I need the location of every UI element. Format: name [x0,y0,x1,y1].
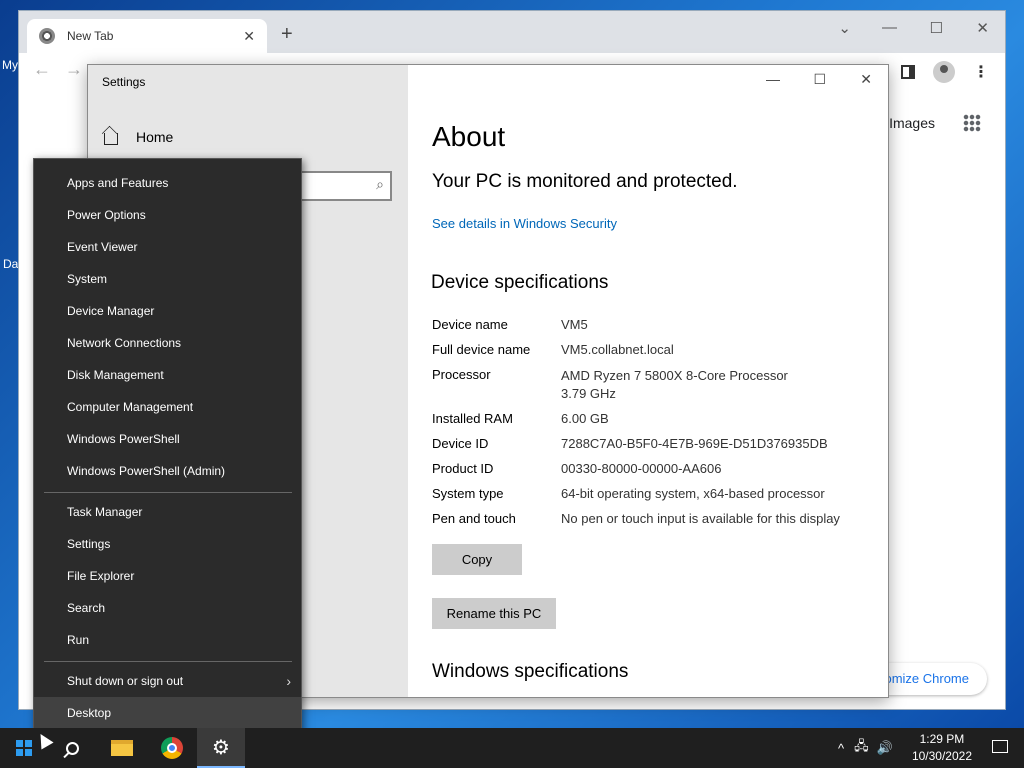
chrome-button[interactable] [148,728,196,768]
menu-item-device-manager[interactable]: Device Manager [34,295,301,327]
profile-icon[interactable] [933,61,955,83]
close-tab-icon[interactable]: ✕ [243,28,255,45]
spec-label: Device name [432,317,508,332]
spec-label: Processor [432,367,491,382]
menu-item-label: Shut down or sign out [67,674,184,688]
protection-status: Your PC is monitored and protected. [432,171,738,192]
taskbar: ⚙ ^ 🖧 🔊 1:29 PM 10/30/2022 [0,728,1024,768]
menu-item-power-options[interactable]: Power Options [34,199,301,231]
spec-value: 00330-80000-00000-AA606 [561,461,722,476]
menu-item-run[interactable]: Run [34,624,301,656]
menu-item-system[interactable]: System [34,263,301,295]
home-nav[interactable]: Home [104,129,173,145]
volume-icon[interactable]: 🔊 [877,740,893,756]
home-label: Home [136,129,174,145]
chrome-tab-icon [39,28,55,44]
device-specs-heading: Device specifications [431,272,609,293]
search-icon [65,741,79,755]
spec-value: 3.79 GHz [561,386,616,401]
settings-search-input[interactable]: ⌕ [288,171,392,201]
menu-item-desktop[interactable]: Desktop [34,697,301,729]
search-icon: ⌕ [376,176,384,192]
tab-title: New Tab [67,29,114,43]
new-tab-icon[interactable]: + [281,23,293,46]
settings-content: — ☐ ✕ About Your PC is monitored and pro… [408,65,888,697]
copy-button[interactable]: Copy [432,544,522,575]
notification-icon[interactable] [992,740,1008,753]
menu-item-task-manager[interactable]: Task Manager [34,496,301,528]
security-link[interactable]: See details in Windows Security [432,216,617,231]
menu-icon[interactable]: ⋮ [973,62,989,82]
chrome-tab[interactable]: New Tab ✕ [27,19,267,53]
file-explorer-button[interactable] [98,728,146,768]
clock[interactable]: 1:29 PM 10/30/2022 [912,731,972,765]
menu-item-windows-powershell[interactable]: Windows PowerShell [34,423,301,455]
settings-taskbar-button[interactable]: ⚙ [197,728,245,768]
chrome-tab-bar: New Tab ✕ + ⌄ — ☐ ✕ [19,11,1005,53]
gear-icon: ⚙ [212,736,230,759]
back-icon[interactable]: ← [33,59,51,80]
spec-label: Full device name [432,342,531,357]
menu-divider [44,661,292,662]
minimize-icon[interactable]: — [882,19,897,36]
windows-specs-heading: Windows specifications [432,661,629,682]
menu-item-file-explorer[interactable]: File Explorer [34,560,301,592]
apps-grid-icon[interactable] [963,114,981,132]
rename-pc-button[interactable]: Rename this PC [432,598,556,629]
menu-item-disk-management[interactable]: Disk Management [34,359,301,391]
search-button[interactable] [48,728,96,768]
forward-icon[interactable]: → [65,59,83,80]
spec-value: AMD Ryzen 7 5800X 8-Core Processor [561,368,788,383]
menu-item-windows-powershell-admin[interactable]: Windows PowerShell (Admin) [34,455,301,487]
menu-item-event-viewer[interactable]: Event Viewer [34,231,301,263]
menu-item-apps-and-features[interactable]: Apps and Features [34,167,301,199]
maximize-icon[interactable]: ☐ [813,71,826,88]
menu-item-shut-down[interactable]: Shut down or sign out › [34,665,301,697]
chrome-icon [161,737,183,759]
tab-search-icon[interactable]: ⌄ [838,19,851,37]
menu-item-search[interactable]: Search [34,592,301,624]
spec-label: System type [432,486,504,501]
desktop-icon-label[interactable]: Da [3,257,18,271]
clock-date: 10/30/2022 [911,749,972,763]
spec-value: 7288C7A0-B5F0-4E7B-969E-D51D376935DB [561,436,828,451]
home-icon [104,133,118,145]
minimize-icon[interactable]: — [766,71,780,87]
menu-item-network-connections[interactable]: Network Connections [34,327,301,359]
folder-icon [111,740,133,756]
images-link[interactable]: Images [889,115,935,131]
windows-logo-icon [16,740,32,756]
winx-context-menu: Apps and Features Power Options Event Vi… [33,158,302,738]
desktop-icon-label[interactable]: My [2,58,18,72]
spec-value: No pen or touch input is available for t… [561,511,840,526]
window-title: Settings [102,75,146,89]
spec-value: VM5.collabnet.local [561,342,674,357]
system-tray: ^ 🖧 🔊 [838,728,893,768]
spec-label: Pen and touch [432,511,516,526]
chevron-up-icon[interactable]: ^ [838,741,844,756]
close-icon[interactable]: ✕ [976,19,989,37]
maximize-icon[interactable]: ☐ [930,19,943,37]
clock-time: 1:29 PM [919,732,965,746]
menu-item-computer-management[interactable]: Computer Management [34,391,301,423]
side-panel-icon[interactable] [901,65,915,79]
spec-label: Installed RAM [432,411,513,426]
spec-label: Product ID [432,461,494,476]
spec-value: 64-bit operating system, x64-based proce… [561,486,825,501]
page-title: About [432,121,506,152]
network-icon[interactable]: 🖧 [854,737,869,759]
spec-value: VM5 [561,317,588,332]
spec-label: Device ID [432,436,489,451]
chevron-right-icon: › [286,673,291,689]
spec-value: 6.00 GB [561,411,609,426]
menu-divider [44,492,292,493]
menu-item-settings[interactable]: Settings [34,528,301,560]
close-icon[interactable]: ✕ [860,71,872,88]
